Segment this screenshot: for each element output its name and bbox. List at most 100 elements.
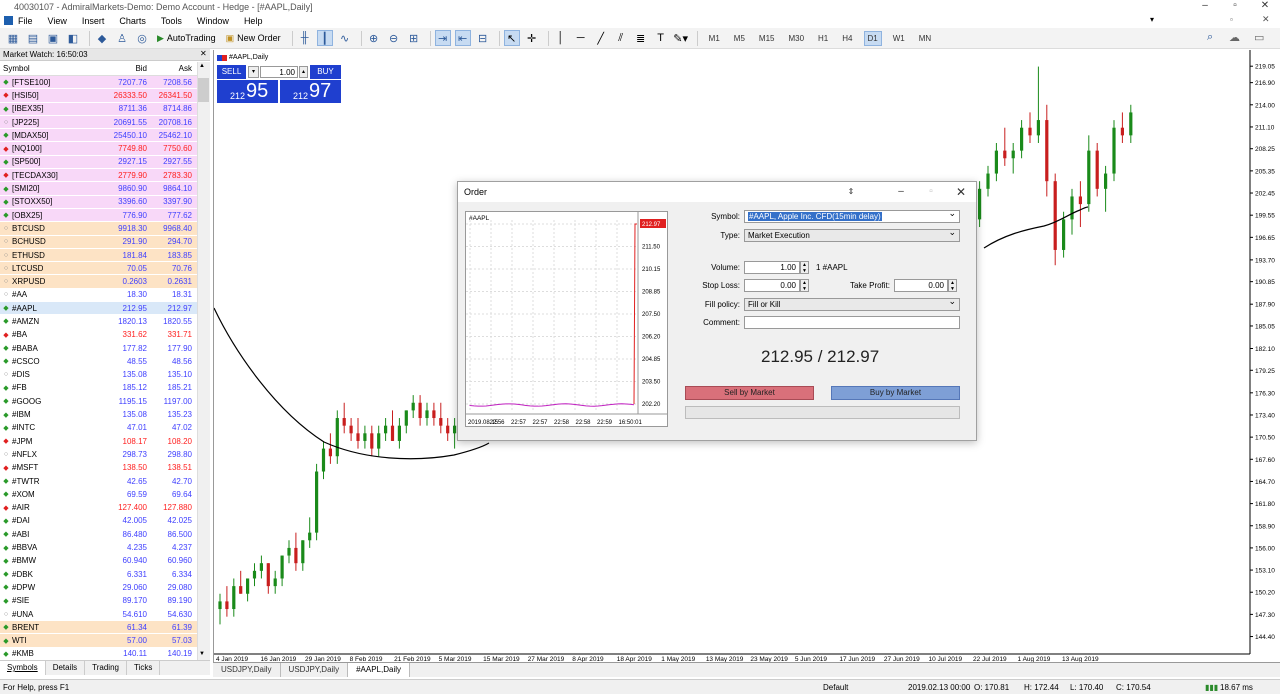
symbol-row[interactable]: ◆ #AAPL 212.95 212.97 — [0, 302, 197, 316]
menu-doc-restore-icon[interactable]: ▫ — [1230, 15, 1233, 24]
symbol-row[interactable]: ◆ [NQ100] 7749.80 7750.60 — [0, 142, 197, 156]
tf-m5[interactable]: M5 — [731, 32, 748, 45]
tf-m30[interactable]: M30 — [785, 32, 807, 45]
symbol-row[interactable]: ○ BCHUSD 291.90 294.70 — [0, 235, 197, 249]
autoscroll-icon[interactable]: ⇥ — [434, 30, 451, 46]
col-ask[interactable]: Ask — [147, 64, 195, 73]
navigator-icon[interactable]: ◧ — [65, 30, 81, 46]
symbol-row[interactable]: ○ BTCUSD 9918.30 9968.40 — [0, 222, 197, 236]
symbol-row[interactable]: ◆ #DBK 6.331 6.334 — [0, 568, 197, 582]
dialog-minimize-button[interactable]: – — [886, 182, 916, 202]
sell-by-market-button[interactable]: Sell by Market — [685, 386, 814, 400]
tab-ticks[interactable]: Ticks — [127, 661, 161, 675]
symbol-row[interactable]: ○ [JP225] 20691.55 20708.16 — [0, 115, 197, 130]
vertical-line-icon[interactable]: │ — [553, 30, 569, 46]
symbol-row[interactable]: ◆ #SIE 89.170 89.190 — [0, 595, 197, 608]
symbol-row[interactable]: ◆ BRENT 61.34 61.39 — [0, 621, 197, 635]
symbol-row[interactable]: ◆ #JPM 108.17 108.20 — [0, 435, 197, 449]
trendline-icon[interactable]: ╱ — [593, 30, 609, 46]
dialog-close-button[interactable]: ✕ — [946, 182, 976, 202]
symbol-row[interactable]: ○ #UNA 54.610 54.630 — [0, 608, 197, 622]
one-click-volume[interactable]: 1.00 — [260, 66, 298, 78]
indicators-icon[interactable]: ⊟ — [475, 30, 491, 46]
close-window-button[interactable]: ✕ — [1250, 0, 1280, 13]
one-click-buy-button[interactable]: BUY — [310, 65, 341, 79]
menu-help[interactable]: Help — [244, 16, 263, 26]
scroll-thumb[interactable] — [198, 78, 209, 102]
signals-icon[interactable]: ◎ — [134, 30, 150, 46]
menu-insert[interactable]: Insert — [82, 16, 105, 26]
comment-input[interactable] — [744, 316, 960, 329]
symbol-row[interactable]: ◆ #INTC 47.01 47.02 — [0, 422, 197, 436]
symbol-row[interactable]: ◆ #TWTR 42.65 42.70 — [0, 475, 197, 489]
volume-spin-icon[interactable]: ▲ ▼ — [800, 261, 809, 274]
symbol-row[interactable]: ◆ #BA 331.62 331.71 — [0, 329, 197, 342]
symbol-row[interactable]: ◆ [SMI20] 9860.90 9864.10 — [0, 182, 197, 196]
one-click-sell-button[interactable]: SELL — [217, 65, 246, 79]
menu-view[interactable]: View — [48, 16, 67, 26]
bar-chart-icon[interactable]: ╫ — [297, 30, 313, 46]
type-select[interactable]: Market Execution — [744, 227, 960, 242]
symbol-row[interactable]: ◆ #GOOG 1195.15 1197.00 — [0, 395, 197, 409]
market-watch-close-icon[interactable]: ✕ — [200, 49, 207, 58]
stop-loss-spin-icon[interactable]: ▲ ▼ — [800, 279, 809, 292]
symbol-row[interactable]: ◆ #IBM 135.08 135.23 — [0, 408, 197, 422]
fibo-icon[interactable]: ≣ — [633, 30, 649, 46]
symbol-row[interactable]: ◆ [OBX25] 776.90 777.62 — [0, 208, 197, 223]
symbol-row[interactable]: ○ LTCUSD 70.05 70.76 — [0, 262, 197, 276]
buy-by-market-button[interactable]: Buy by Market — [831, 386, 960, 400]
tf-w1[interactable]: W1 — [890, 32, 908, 45]
take-profit-input[interactable]: 0.00 — [894, 279, 948, 292]
symbol-row[interactable]: ◆ #BBVA 4.235 4.237 — [0, 541, 197, 555]
one-click-buy-price[interactable]: 212 97 — [280, 80, 341, 103]
symbol-row[interactable]: ◆ #DAI 42.005 42.025 — [0, 515, 197, 529]
menu-window[interactable]: Window — [197, 16, 229, 26]
new-chart-icon[interactable]: ▦ — [5, 30, 21, 46]
col-bid[interactable]: Bid — [100, 64, 147, 73]
line-chart-icon[interactable]: ∿ — [337, 30, 353, 46]
symbol-row[interactable]: ◆ [HSI50] 26333.50 26341.50 — [0, 89, 197, 103]
symbol-row[interactable]: ◆ #XOM 69.59 69.64 — [0, 488, 197, 502]
symbol-row[interactable]: ◆ #MSFT 138.50 138.51 — [0, 462, 197, 475]
scroll-up-icon[interactable]: ▲ — [199, 63, 205, 69]
symbol-row[interactable]: ◆ #BMW 60.940 60.960 — [0, 555, 197, 568]
crosshair-icon[interactable]: ✛ — [524, 30, 540, 46]
symbol-row[interactable]: ◆ [SP500] 2927.15 2927.55 — [0, 155, 197, 170]
zoom-out-icon[interactable]: ⊖ — [386, 30, 402, 46]
symbol-row[interactable]: ○ XRPUSD 0.2603 0.2631 — [0, 275, 197, 289]
menu-doc-close-icon[interactable]: ✕ — [1262, 14, 1270, 25]
maximize-button[interactable]: ▫ — [1220, 0, 1250, 13]
symbol-row[interactable]: ◆ [STOXX50] 3396.60 3397.90 — [0, 195, 197, 209]
symbol-row[interactable]: ◆ [IBEX35] 8711.36 8714.86 — [0, 102, 197, 116]
zoom-in-icon[interactable]: ⊕ — [366, 30, 382, 46]
symbol-row[interactable]: ◆ [MDAX50] 25450.10 25462.10 — [0, 129, 197, 143]
symbol-row[interactable]: ○ ETHUSD 181.84 183.85 — [0, 248, 197, 263]
tab-symbols[interactable]: Symbols — [0, 661, 46, 675]
profiles-icon[interactable]: ▤ — [25, 30, 41, 46]
stop-loss-input[interactable]: 0.00 — [744, 279, 800, 292]
chart-tab-aapl[interactable]: #AAPL,Daily — [348, 663, 411, 677]
chart-tab-usdjpy-2[interactable]: USDJPY,Daily — [281, 663, 349, 677]
channel-icon[interactable]: ⫽ — [613, 30, 629, 46]
symbol-row[interactable]: ◆ [TECDAX30] 2779.90 2783.30 — [0, 169, 197, 183]
symbol-row[interactable]: ◆ #AMZN 1820.13 1820.55 — [0, 315, 197, 329]
horizontal-line-icon[interactable]: ─ — [573, 30, 589, 46]
volume-up-icon[interactable]: ▴ — [299, 66, 308, 78]
symbol-row[interactable]: ◆ WTI 57.00 57.03 — [0, 634, 197, 648]
dialog-maximize-button[interactable]: ▫ — [916, 182, 946, 202]
symbol-row[interactable]: ○ #AA 18.30 18.31 — [0, 289, 197, 303]
autotrading-button[interactable]: ▶ AutoTrading — [154, 30, 219, 46]
menu-charts[interactable]: Charts — [119, 16, 146, 26]
symbol-row[interactable]: ◆ #ABI 86.480 86.500 — [0, 528, 197, 542]
symbol-row[interactable]: ○ #DIS 135.08 135.10 — [0, 369, 197, 382]
tf-m1[interactable]: M1 — [706, 32, 723, 45]
menu-doc-minimize-icon[interactable]: ▾ — [1150, 15, 1154, 24]
symbol-row[interactable]: ◆ [FTSE100] 7207.76 7208.56 — [0, 76, 197, 90]
one-click-sell-price[interactable]: 212 95 — [217, 80, 278, 103]
tf-mn[interactable]: MN — [916, 32, 934, 45]
menu-tools[interactable]: Tools — [161, 16, 182, 26]
symbol-row[interactable]: ◆ #FB 185.12 185.21 — [0, 382, 197, 396]
symbol-row[interactable]: ◆ #DPW 29.060 29.080 — [0, 581, 197, 595]
scroll-down-icon[interactable]: ▼ — [199, 651, 205, 657]
minimize-button[interactable]: – — [1190, 0, 1220, 13]
